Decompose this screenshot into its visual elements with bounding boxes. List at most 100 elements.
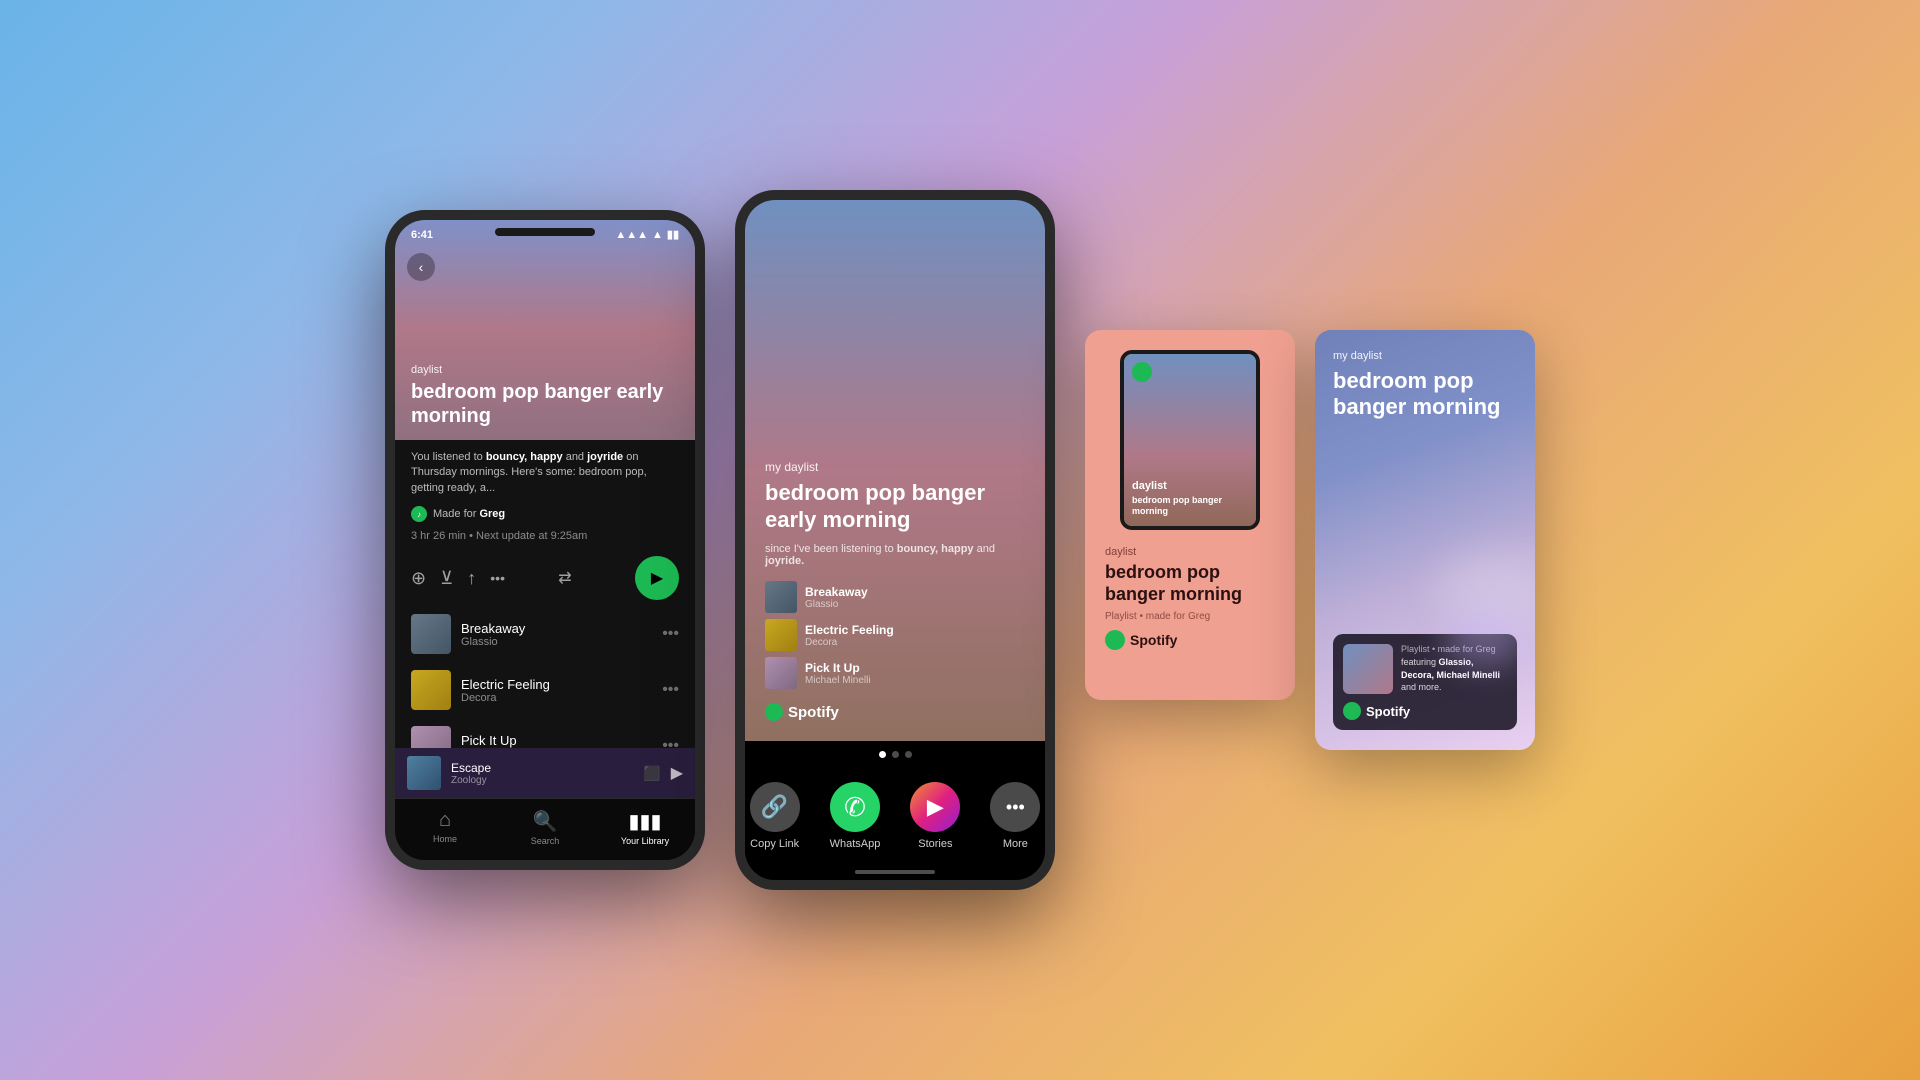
playlist-title: bedroom pop banger early morning [411,380,679,428]
whatsapp-option[interactable]: ✆ WhatsApp [830,782,881,850]
card-phone-screen: daylist bedroom pop banger morning [1124,354,1256,526]
np-controls: ⬛ ▶ [643,763,683,783]
story-track-art [765,657,797,689]
nav-library[interactable]: ▮▮▮ Your Library [595,805,695,850]
dot-3[interactable] [905,751,912,758]
phone-2-screen: my daylist bedroom pop banger early morn… [745,200,1045,880]
story-track: Electric Feeling Decora [765,619,1025,651]
playlist-info: daylist bedroom pop banger early morning [395,364,695,440]
daylist-card-2: my daylist bedroom pop banger morning Pl… [1315,330,1535,750]
desc-mid: and [563,451,587,463]
playlist-hero: 6:41 ▲▲▲ ▲ ▮▮ ‹ daylist bedroom pop bang… [395,220,695,440]
card-title: bedroom pop banger morning [1105,562,1275,605]
desc-prefix: You listened to [411,451,486,463]
share-icon[interactable]: ↑ [467,568,476,589]
connect-icon[interactable]: ⬛ [643,765,660,782]
story-track-info: Pick It Up Michael Minelli [805,661,871,686]
spotify-logo-dot [765,703,783,721]
card2-title: bedroom pop banger morning [1333,368,1517,421]
card-playlist-title: bedroom pop banger morning [1132,495,1248,518]
card-spotify-small [1132,362,1152,382]
track-name: Pick It Up [461,733,652,748]
story-playlist-title: bedroom pop banger early morning [765,480,1025,533]
story-track-name: Breakaway [805,585,868,599]
search-label: Search [531,836,560,846]
track-name: Electric Feeling [461,677,652,692]
playlist-duration: 3 hr 26 min • Next update at 9:25am [395,526,695,550]
battery-icon: ▮▮ [667,228,679,241]
playlist-tag: daylist [411,364,679,376]
stories-icon: ▶ [910,782,960,832]
shuffle-icon[interactable]: ⇄ [558,568,571,588]
more-option[interactable]: ••• More [990,782,1040,850]
track-info: Breakaway Glassio [461,621,652,648]
story-track: Pick It Up Michael Minelli [765,657,1025,689]
card-spotify-logo: Spotify [1105,630,1275,650]
bottom-nav: ⌂ Home 🔍 Search ▮▮▮ Your Library [395,798,695,860]
card-bottom: daylist bedroom pop banger morning Playl… [1105,546,1275,650]
np-play-icon[interactable]: ▶ [671,763,683,783]
now-playing-bar[interactable]: Escape Zoology ⬛ ▶ [395,748,695,798]
play-button[interactable]: ▶ [635,556,679,600]
story-preview: my daylist bedroom pop banger early morn… [745,200,1045,741]
dot-1[interactable] [879,751,886,758]
more-option-icon: ••• [990,782,1040,832]
story-tracks: Breakaway Glassio Electric Feeling Decor… [765,581,1025,689]
track-more-icon[interactable]: ••• [662,681,679,699]
stories-label: Stories [918,838,952,850]
copy-link-label: Copy Link [750,838,799,850]
phone-1-notch [495,228,595,236]
track-item: Electric Feeling Decora ••• [395,662,695,718]
cards-container: daylist bedroom pop banger morning dayli… [1085,330,1535,750]
card-subtitle: Playlist • made for Greg [1105,611,1275,622]
home-label: Home [433,834,457,844]
stories-option[interactable]: ▶ Stories [910,782,960,850]
track-art-pick [411,726,451,748]
dot-2[interactable] [892,751,899,758]
track-more-icon[interactable]: ••• [662,737,679,748]
np-title: Escape [451,761,633,775]
add-icon[interactable]: ⊕ [411,568,426,589]
home-indicator [855,870,935,874]
track-more-icon[interactable]: ••• [662,625,679,643]
library-label: Your Library [621,836,669,846]
track-art-breakaway [411,614,451,654]
mini-card-spotify: Spotify [1343,702,1507,720]
wifi-icon: ▲ [652,229,663,241]
spotify-badge: ♪ [411,506,427,522]
story-track-artist: Michael Minelli [805,675,871,686]
more-icon[interactable]: ••• [490,570,505,586]
made-for-label: Made for Greg [433,508,505,520]
phone-1-screen: 6:41 ▲▲▲ ▲ ▮▮ ‹ daylist bedroom pop bang… [395,220,695,860]
story-track-artist: Decora [805,637,894,648]
track-info: Pick It Up Michael Minelli [461,733,652,748]
story-track: Breakaway Glassio [765,581,1025,613]
download-icon[interactable]: ⊻ [440,568,453,589]
cloud-deco-2 [1445,610,1525,670]
mini-spotify-circle [1343,702,1361,720]
story-track-info: Breakaway Glassio [805,585,868,610]
card-spotify-text: Spotify [1130,632,1177,648]
nav-search[interactable]: 🔍 Search [495,805,595,850]
card2-tag: my daylist [1333,350,1517,362]
story-background: my daylist bedroom pop banger early morn… [745,200,1045,741]
scene: 6:41 ▲▲▲ ▲ ▮▮ ‹ daylist bedroom pop bang… [0,0,1920,1080]
nav-home[interactable]: ⌂ Home [395,805,495,850]
back-button[interactable]: ‹ [407,253,435,281]
np-artist: Zoology [451,775,633,786]
mini-spotify-text: Spotify [1366,704,1410,719]
playlist-controls: ⊕ ⊻ ↑ ••• ⇄ ▶ [395,550,695,606]
card-spotify-circle [1105,630,1125,650]
whatsapp-icon: ✆ [830,782,880,832]
story-playlist-tag: my daylist [765,460,1025,474]
mini-card-art [1343,644,1393,694]
track-item: Breakaway Glassio ••• [395,606,695,662]
np-art [407,756,441,790]
spotify-text: Spotify [788,704,839,721]
story-track-name: Electric Feeling [805,623,894,637]
track-list: Breakaway Glassio ••• Electric Feeling D… [395,606,695,748]
copy-link-option[interactable]: 🔗 Copy Link [750,782,800,850]
story-track-art [765,619,797,651]
status-time: 6:41 [411,229,433,241]
desc-bold2: joyride [587,451,623,463]
